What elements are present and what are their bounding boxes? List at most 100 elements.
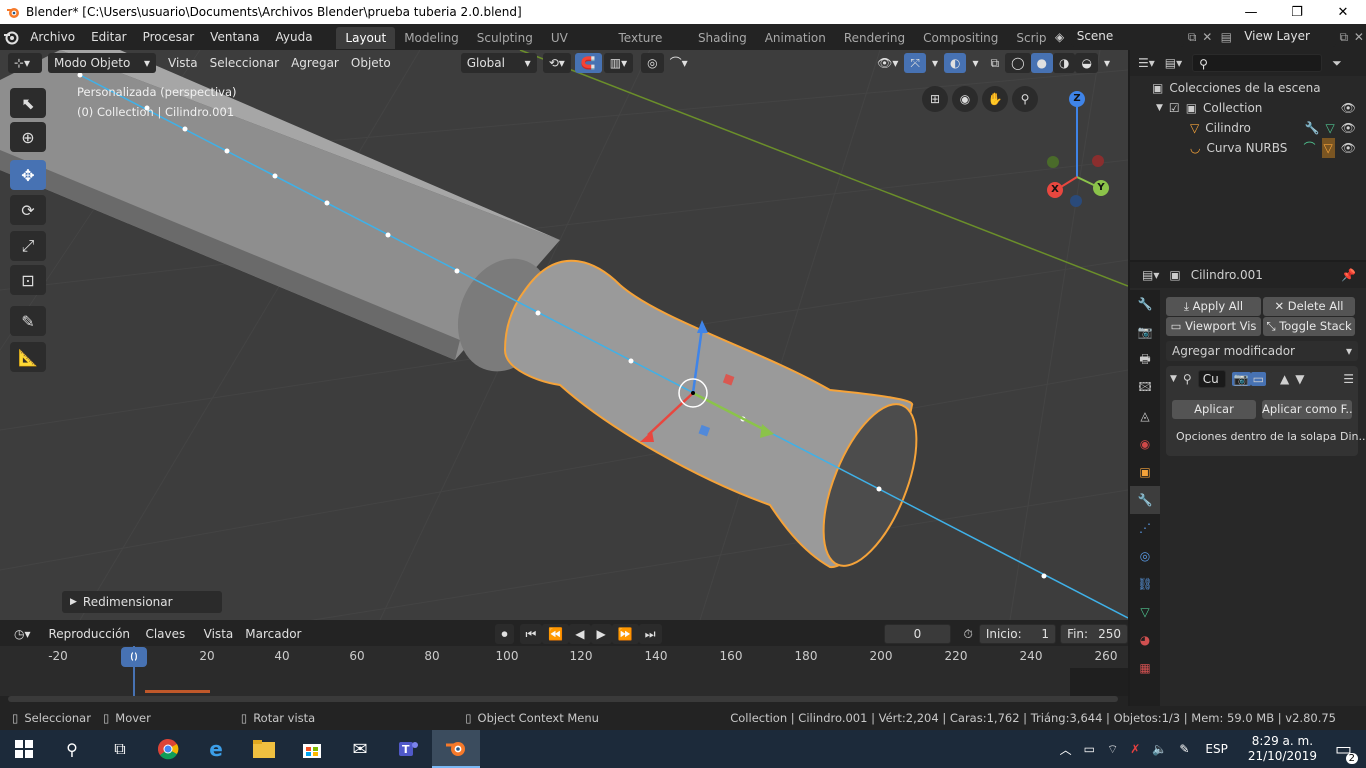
tab-layout[interactable]: Layout: [336, 27, 396, 49]
close-button[interactable]: ✕: [1320, 0, 1366, 24]
view-layer-field[interactable]: View Layer: [1238, 27, 1336, 47]
move-up-icon[interactable]: ▲: [1280, 372, 1289, 386]
outliner-item-curva-nurbs[interactable]: ◡ Curva NURBS ⌒ ▽ 👁: [1130, 138, 1366, 158]
add-modifier-dropdown[interactable]: Agregar modificador ▾: [1166, 341, 1358, 361]
tab-shading[interactable]: Shading: [689, 27, 756, 49]
object-tab-icon[interactable]: ▣: [1130, 458, 1160, 486]
select-tool[interactable]: ⬉: [10, 88, 46, 118]
pin-icon[interactable]: 📌: [1341, 268, 1356, 282]
material-tab-icon[interactable]: ◕: [1130, 626, 1160, 654]
menu-vista[interactable]: Vista: [162, 53, 204, 73]
jump-keyframe-forward-icon[interactable]: ⏩: [611, 624, 639, 644]
scene-icon[interactable]: ◈: [1048, 30, 1070, 44]
teams-icon[interactable]: T: [384, 730, 432, 768]
language-indicator[interactable]: ESP: [1205, 742, 1227, 756]
scene-close-icon[interactable]: ✕: [1200, 30, 1214, 44]
menu-vista-timeline[interactable]: Vista: [198, 624, 240, 644]
zoom-icon[interactable]: ⚲: [1012, 86, 1038, 112]
jump-end-icon[interactable]: ⏭: [638, 624, 662, 644]
filter-icon[interactable]: ⏷: [1332, 56, 1342, 71]
transform-tool[interactable]: ⊡: [10, 265, 46, 295]
tab-uv-editing[interactable]: UV Editing: [542, 27, 610, 67]
end-frame-field[interactable]: Fin: 250: [1060, 624, 1128, 644]
collapse-arrow-icon[interactable]: ▼: [1170, 374, 1177, 384]
network-error-icon[interactable]: ✗: [1130, 742, 1140, 756]
move-down-icon[interactable]: ▼: [1295, 372, 1304, 386]
chrome-icon[interactable]: [144, 730, 192, 768]
checkbox-icon[interactable]: ☑: [1169, 98, 1180, 118]
snap-target-icon[interactable]: ▥▾: [603, 53, 634, 73]
menu-agregar[interactable]: Agregar: [285, 53, 345, 73]
editor-type-icon[interactable]: ⊹▾: [8, 53, 42, 73]
store-icon[interactable]: [288, 730, 336, 768]
shading-dropdown-icon[interactable]: ▾: [1098, 53, 1116, 73]
windows-start-icon[interactable]: [0, 730, 48, 768]
show-hidden-icons-icon[interactable]: ︿: [1060, 741, 1072, 758]
current-frame-field[interactable]: 0: [883, 624, 952, 644]
viewport-toggle-icon[interactable]: ▭: [1250, 372, 1267, 386]
texture-tab-icon[interactable]: ▦: [1130, 654, 1160, 682]
view-layer-icon[interactable]: ▤: [1214, 30, 1238, 44]
menu-ayuda[interactable]: Ayuda: [267, 24, 320, 50]
overlay-dropdown-icon[interactable]: ▾: [966, 53, 984, 73]
notifications-icon[interactable]: ▭ 2: [1335, 739, 1358, 764]
menu-ventana[interactable]: Ventana: [202, 24, 267, 50]
mode-dropdown[interactable]: Modo Objeto ▾: [48, 53, 156, 73]
mesh-icon[interactable]: ▽: [1321, 138, 1335, 158]
playhead-line[interactable]: [133, 646, 135, 696]
toggle-stack-button[interactable]: ⤡ Toggle Stack: [1263, 317, 1355, 336]
mesh-data-icon[interactable]: ▽: [1326, 118, 1335, 138]
view-layer-close-icon[interactable]: ✕: [1352, 30, 1366, 44]
play-icon[interactable]: ▶: [590, 624, 612, 644]
eye-icon[interactable]: 👁: [1341, 98, 1356, 118]
modifier-menu-icon[interactable]: ☰: [1343, 372, 1354, 386]
operator-panel-redimensionar[interactable]: ▶ Redimensionar: [62, 591, 222, 613]
annotate-tool[interactable]: ✎: [10, 306, 46, 336]
apply-as-button[interactable]: Aplicar como F..: [1262, 400, 1352, 419]
render-tab-icon[interactable]: 📷: [1130, 318, 1160, 346]
viewport-vis-button[interactable]: ▭ Viewport Vis: [1166, 317, 1261, 336]
start-frame-field[interactable]: Inicio: 1: [978, 624, 1057, 644]
scene-tab-icon[interactable]: ◬: [1130, 402, 1160, 430]
menu-objeto[interactable]: Objeto: [345, 53, 397, 73]
pivot-icon[interactable]: ⟲▾: [542, 53, 571, 73]
timeline-scrollbar[interactable]: [8, 696, 1118, 702]
display-mode-icon[interactable]: ▤▾: [1165, 56, 1182, 70]
cursor-tool[interactable]: ⊕: [10, 122, 46, 152]
play-reverse-icon[interactable]: ◀: [569, 624, 591, 644]
battery-icon[interactable]: ▭: [1084, 742, 1095, 756]
gizmo-y-label[interactable]: Y: [1095, 182, 1107, 193]
scene-copy-icon[interactable]: ⧉: [1184, 30, 1200, 45]
gizmo-x-label[interactable]: X: [1049, 184, 1061, 195]
snap-icon[interactable]: 🧲: [574, 53, 602, 73]
stopwatch-icon[interactable]: ⏱: [957, 624, 978, 644]
orientation-dropdown[interactable]: Global ▾: [460, 53, 537, 73]
data-tab-icon[interactable]: ▽: [1130, 598, 1160, 626]
maximize-button[interactable]: ❐: [1274, 0, 1320, 24]
apply-all-button[interactable]: ⤓ Apply All: [1166, 297, 1261, 316]
record-button-icon[interactable]: ⏺: [495, 624, 514, 644]
jump-start-icon[interactable]: ⏮: [519, 624, 543, 644]
measure-tool[interactable]: 📐: [10, 342, 46, 372]
menu-seleccionar[interactable]: Seleccionar: [204, 53, 285, 73]
apply-button[interactable]: Aplicar: [1172, 400, 1256, 419]
material-shading-icon[interactable]: ◑: [1053, 53, 1076, 73]
wrench-icon[interactable]: 🔧: [1305, 118, 1320, 138]
edge-icon[interactable]: e: [192, 730, 240, 768]
task-view-icon[interactable]: ⧉: [96, 730, 144, 768]
menu-editar[interactable]: Editar: [83, 24, 135, 50]
tab-rendering[interactable]: Rendering: [835, 27, 914, 49]
tab-sculpting[interactable]: Sculpting: [468, 27, 542, 49]
pen-icon[interactable]: ✎: [1179, 742, 1189, 756]
modifier-name-field[interactable]: Cu: [1197, 370, 1226, 388]
tab-animation[interactable]: Animation: [756, 27, 835, 49]
volume-icon[interactable]: 🔈: [1152, 742, 1167, 756]
menu-procesar[interactable]: Procesar: [135, 24, 203, 50]
mail-icon[interactable]: ✉: [336, 730, 384, 768]
collection-row[interactable]: ▼ ☑ ▣ Collection 👁: [1130, 98, 1366, 118]
timeline-ruler[interactable]: -20 0 20 40 60 80 100 120 140 160 180 20…: [0, 646, 1128, 668]
blender-taskbar-icon[interactable]: [432, 730, 480, 768]
gizmo-toggle-icon[interactable]: ⤧: [904, 53, 926, 73]
particles-tab-icon[interactable]: ⋰: [1130, 514, 1160, 542]
tab-compositing[interactable]: Compositing: [914, 27, 1007, 49]
